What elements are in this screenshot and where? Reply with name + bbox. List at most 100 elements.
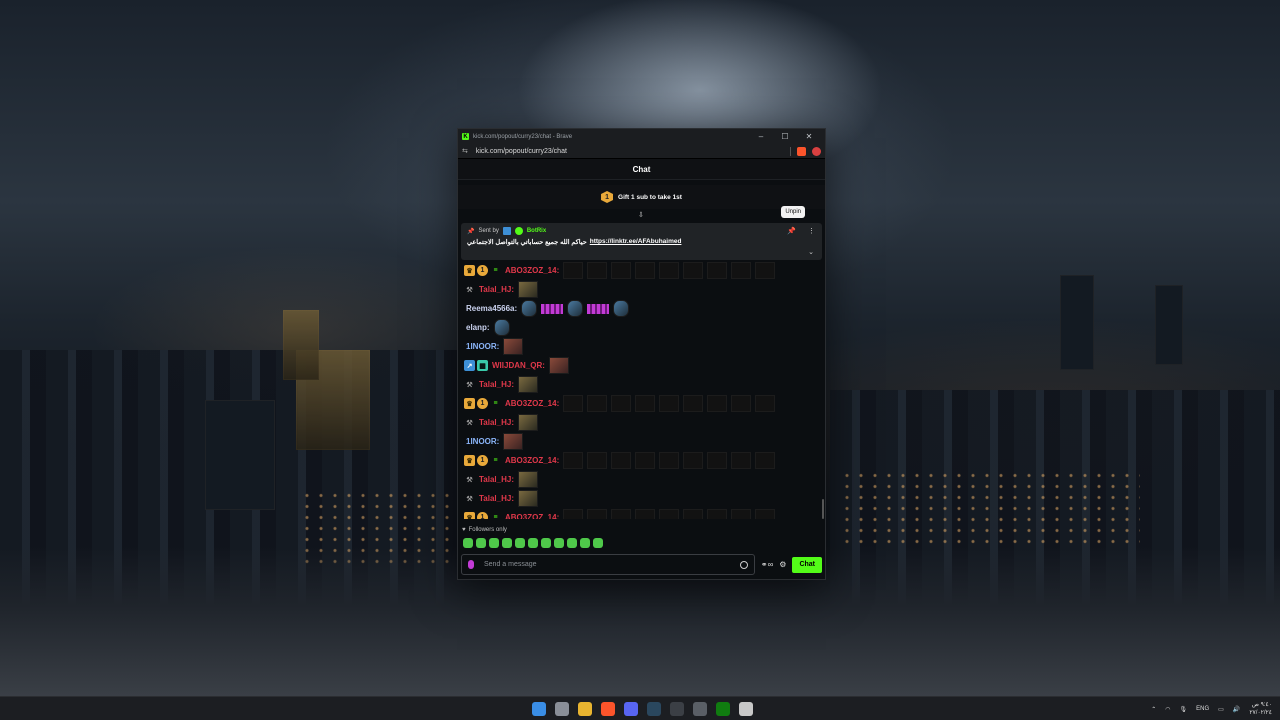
gift-badge-icon[interactable]: ≡ (490, 455, 501, 466)
chat-emote[interactable] (587, 395, 608, 412)
chat-emote[interactable] (517, 490, 538, 507)
brave-shields-icon[interactable] (797, 146, 806, 156)
send-chat-button[interactable]: Chat (792, 556, 822, 573)
emote-button[interactable] (580, 538, 590, 548)
discord-icon[interactable] (624, 702, 638, 716)
chat-emote[interactable] (611, 262, 632, 279)
chat-emote[interactable] (683, 452, 704, 469)
sub-tier-badge-icon[interactable]: 1 (477, 512, 488, 519)
brave-browser-icon[interactable] (601, 702, 615, 716)
sub-tier-badge-icon[interactable]: 1 (477, 265, 488, 276)
emote-button[interactable] (463, 538, 473, 548)
xbox-icon[interactable] (716, 702, 730, 716)
chat-emote[interactable] (755, 262, 776, 279)
chat-emote[interactable] (611, 395, 632, 412)
window-titlebar[interactable]: K kick.com/popout/curry23/chat - Brave –… (458, 129, 825, 144)
site-settings-icon[interactable]: ⇆ (462, 147, 468, 155)
input-placeholder[interactable]: Send a message (484, 561, 537, 568)
chat-emote[interactable] (659, 395, 680, 412)
message-input[interactable]: Send a message (461, 554, 755, 575)
chat-emote[interactable] (755, 509, 776, 519)
chat-emote[interactable] (611, 509, 632, 519)
chat-emote[interactable] (517, 414, 538, 431)
emote-button[interactable] (502, 538, 512, 548)
chat-emote[interactable] (683, 395, 704, 412)
chat-emote[interactable] (731, 509, 752, 519)
emote-button[interactable] (593, 538, 603, 548)
gear-icon[interactable]: ⚙ (779, 560, 786, 569)
chat-emote[interactable] (731, 262, 752, 279)
collapse-arrow-icon[interactable]: ⇩ (638, 211, 644, 219)
start-menu-icon[interactable] (532, 702, 546, 716)
chat-emote[interactable] (563, 509, 584, 519)
chevron-up-icon[interactable]: ⌃ (1151, 706, 1156, 713)
chat-username[interactable]: 1INOOR: (466, 342, 499, 351)
chat-emote[interactable] (587, 303, 610, 314)
chat-emote[interactable] (517, 376, 538, 393)
gift-leaderboard[interactable]: 1 Gift 1 sub to take 1st (458, 185, 825, 209)
chat-emote[interactable] (659, 452, 680, 469)
vip-badge-icon[interactable]: ↗ (464, 360, 475, 371)
chat-emote[interactable] (587, 262, 608, 279)
close-icon[interactable]: ✕ (797, 132, 821, 141)
chat-username[interactable]: Talal_HJ: (479, 418, 514, 427)
chat-username[interactable]: elanp: (466, 323, 490, 332)
gift-badge-icon[interactable]: ≡ (490, 265, 501, 276)
chat-emote[interactable] (563, 262, 584, 279)
chat-emote[interactable] (493, 319, 510, 336)
clock[interactable]: ٩:٤٠ ص ٢٧/٠٢/٢٤ (1249, 701, 1272, 717)
pinned-link[interactable]: https://linktr.ee/AFAbuhaimed (590, 238, 682, 246)
chat-emote[interactable] (503, 433, 524, 450)
chat-username[interactable]: ABO3ZOZ_14: (505, 456, 559, 465)
chat-emote[interactable] (731, 452, 752, 469)
chat-emote[interactable] (503, 338, 524, 355)
chat-emote[interactable] (707, 262, 728, 279)
scrollbar[interactable] (822, 499, 824, 519)
chat-emote[interactable] (613, 300, 630, 317)
chat-emote[interactable] (731, 395, 752, 412)
chat-username[interactable]: ABO3ZOZ_14: (505, 266, 559, 275)
chat-emote[interactable] (755, 395, 776, 412)
chevron-down-icon[interactable]: ⌄ (808, 248, 814, 256)
chat-username[interactable]: ABO3ZOZ_14: (505, 399, 559, 408)
emote-button[interactable] (489, 538, 499, 548)
chat-emote[interactable] (635, 452, 656, 469)
moderator-badge-icon[interactable]: ⚒ (464, 284, 475, 295)
chat-username[interactable]: Talal_HJ: (479, 494, 514, 503)
emote-button[interactable] (541, 538, 551, 548)
file-explorer-icon[interactable] (578, 702, 592, 716)
bot-username[interactable]: BotRix (527, 228, 546, 234)
chat-username[interactable]: WIIJDAN_QR: (492, 361, 545, 370)
crown-badge-icon[interactable]: ♛ (464, 512, 475, 519)
chat-emote[interactable] (635, 395, 656, 412)
emote-button[interactable] (554, 538, 564, 548)
chat-emote[interactable] (567, 300, 584, 317)
crown-badge-icon[interactable]: ♛ (464, 455, 475, 466)
calendar-app-icon[interactable] (739, 702, 753, 716)
maximize-icon[interactable]: ☐ (773, 132, 797, 141)
moderator-badge-icon[interactable]: ⚒ (464, 493, 475, 504)
moderator-badge-icon[interactable]: ⚒ (464, 417, 475, 428)
chat-emote[interactable] (755, 452, 776, 469)
chat-emote[interactable] (563, 395, 584, 412)
chat-emote[interactable] (548, 357, 569, 374)
steam-icon[interactable] (647, 702, 661, 716)
volume-icon[interactable]: 🔊 (1233, 706, 1240, 713)
xbox-game-bar-icon[interactable] (670, 702, 684, 716)
chat-emote[interactable] (563, 452, 584, 469)
chat-username[interactable]: Talal_HJ: (479, 475, 514, 484)
chat-emote[interactable] (587, 509, 608, 519)
chat-username[interactable]: Talal_HJ: (479, 380, 514, 389)
wifi-icon[interactable]: ◠ (1165, 706, 1170, 713)
network-icon[interactable]: ▭ (1218, 706, 1224, 713)
emote-button[interactable] (515, 538, 525, 548)
emote-button[interactable] (567, 538, 577, 548)
chat-emote[interactable] (635, 262, 656, 279)
chat-username[interactable]: ABO3ZOZ_14: (505, 513, 559, 519)
chat-username[interactable]: 1INOOR: (466, 437, 499, 446)
gift-badge-icon[interactable]: ≡ (490, 512, 501, 519)
mic-icon[interactable] (468, 560, 474, 569)
moderator-badge-icon[interactable]: ⚒ (464, 474, 475, 485)
chat-emote[interactable] (541, 303, 564, 314)
more-options-icon[interactable]: ⋮ (808, 227, 815, 235)
